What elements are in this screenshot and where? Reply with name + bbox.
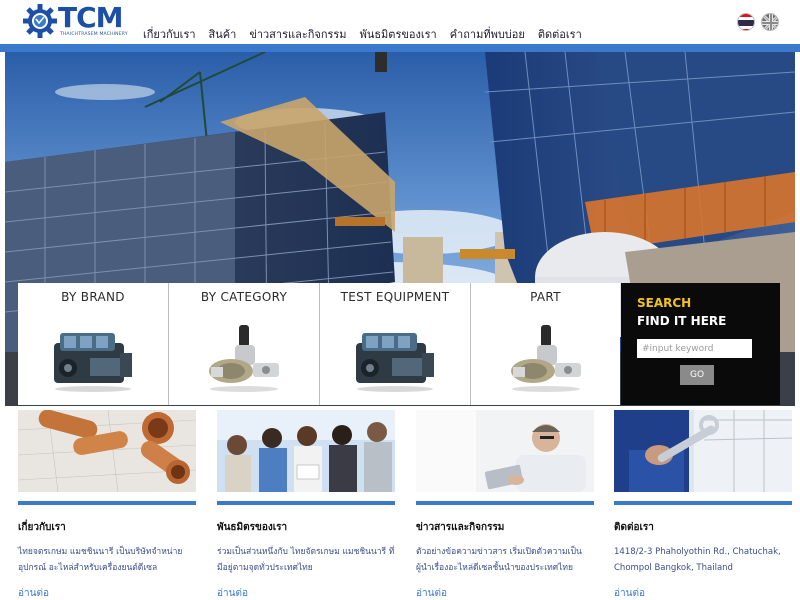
search-label: SEARCH bbox=[637, 296, 692, 310]
category-title: BY BRAND bbox=[61, 290, 125, 304]
search-go-button[interactable]: GO bbox=[680, 365, 714, 385]
category-title: PART bbox=[530, 290, 561, 304]
feature-divider bbox=[217, 501, 395, 505]
en-flag-icon[interactable] bbox=[761, 13, 779, 31]
feature-partners: พันธมิตรของเรา ร่วมเป็นส่วนหนึ่งกับ ไทยจ… bbox=[217, 410, 395, 599]
copper-pipes-photo bbox=[18, 410, 196, 492]
logo-tagline: THAICHTRASEM MACHINERY bbox=[60, 32, 128, 37]
read-more-link[interactable]: อ่านต่อ bbox=[217, 586, 248, 600]
feature-description: 1418/2-3 Phaholyothin Rd., Chatuchak, Ch… bbox=[614, 547, 781, 573]
category-title: TEST EQUIPMENT bbox=[340, 290, 450, 304]
feature-title: เกี่ยวกับเรา bbox=[18, 522, 66, 533]
feature-contact: ติดต่อเรา 1418/2-3 Phaholyothin Rd., Cha… bbox=[614, 410, 792, 599]
feature-divider bbox=[416, 501, 594, 505]
th-flag-icon[interactable] bbox=[737, 13, 755, 31]
feature-description: ไทยจตรเกษม แมชชินนารี เป็นบริษัทจำหน่ายอ… bbox=[18, 547, 183, 573]
feature-divider bbox=[18, 501, 196, 505]
business-team-photo bbox=[217, 410, 395, 492]
wrench-worker-photo bbox=[614, 410, 792, 492]
search-sublabel: FIND IT HERE bbox=[637, 314, 727, 328]
search-input[interactable] bbox=[637, 339, 752, 358]
engine-icon bbox=[54, 333, 132, 392]
feature-title: พันธมิตรของเรา bbox=[217, 522, 288, 533]
read-more-link[interactable]: อ่านต่อ bbox=[416, 586, 447, 600]
feature-title: ข่าวสารและกิจกรรม bbox=[416, 522, 505, 533]
feature-title: ติดต่อเรา bbox=[614, 522, 654, 533]
search-panel: SEARCH FIND IT HERE GO bbox=[621, 283, 780, 405]
read-more-link[interactable]: อ่านต่อ bbox=[614, 586, 645, 600]
pump-part-icon bbox=[511, 325, 581, 392]
site-logo[interactable]: TCM THAICHTRASEM MACHINERY bbox=[22, 1, 134, 39]
nav-partners[interactable]: พันธมิตรของเรา bbox=[360, 25, 437, 43]
nav-products[interactable]: สินค้า bbox=[209, 25, 237, 43]
logo-text: TCM bbox=[58, 1, 124, 34]
feature-description: ตัวอย่างข้อความข่าวสาร เริ่มเปิดตัวความเ… bbox=[416, 547, 582, 573]
feature-description: ร่วมเป็นส่วนหนึ่งกับ ไทยจัตรเกษม แมชชินน… bbox=[217, 547, 395, 573]
header-divider bbox=[0, 44, 800, 52]
main-nav: เกี่ยวกับเรา สินค้า ข่าวสารและกิจกรรม พั… bbox=[143, 25, 595, 43]
category-part[interactable]: PART bbox=[471, 283, 620, 405]
nav-news[interactable]: ข่าวสารและกิจกรรม bbox=[249, 25, 346, 43]
nav-faq[interactable]: คำถามที่พบบ่อย bbox=[450, 25, 525, 43]
feature-divider bbox=[614, 501, 792, 505]
engine-icon bbox=[356, 333, 434, 392]
feature-about: เกี่ยวกับเรา ไทยจตรเกษม แมชชินนารี เป็นบ… bbox=[18, 410, 196, 599]
nav-contact[interactable]: ติดต่อเรา bbox=[538, 25, 582, 43]
page: TCM THAICHTRASEM MACHINERY เกี่ยวกับเรา … bbox=[0, 0, 800, 600]
category-by-brand[interactable]: BY BRAND bbox=[18, 283, 169, 405]
category-title: BY CATEGORY bbox=[200, 290, 288, 304]
man-with-tablet-photo bbox=[416, 410, 594, 492]
gear-logo-icon bbox=[23, 4, 57, 38]
pump-part-icon bbox=[209, 325, 279, 392]
category-by-category[interactable]: BY CATEGORY bbox=[169, 283, 320, 405]
feature-news: ข่าวสารและกิจกรรม ตัวอย่างข้อความข่าวสาร… bbox=[416, 410, 594, 599]
read-more-link[interactable]: อ่านต่อ bbox=[18, 586, 49, 600]
nav-about[interactable]: เกี่ยวกับเรา bbox=[143, 25, 196, 43]
site-header: TCM THAICHTRASEM MACHINERY เกี่ยวกับเรา … bbox=[0, 0, 800, 44]
category-test-equipment[interactable]: TEST EQUIPMENT bbox=[320, 283, 471, 405]
category-row: BY BRAND BY CATEGORY TEST EQUIPMENT PART bbox=[18, 283, 620, 405]
